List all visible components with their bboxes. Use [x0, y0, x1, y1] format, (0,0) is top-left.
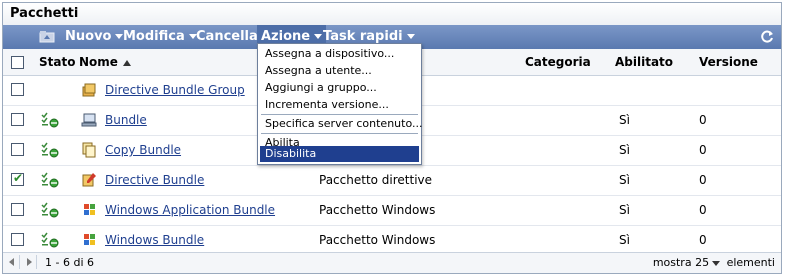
row-checkbox[interactable] [11, 203, 24, 216]
delete-button-label: Cancella [196, 29, 258, 44]
table-row[interactable]: Windows Application Bundle Pacchetto Wind… [3, 195, 781, 226]
page-size-value: 25 [695, 256, 710, 269]
status-published-icon [41, 142, 59, 158]
menu-item-disable[interactable]: Disabilita [260, 146, 419, 162]
sort-ascending-icon [122, 59, 131, 66]
delete-button[interactable]: Cancella [196, 25, 258, 49]
table-footer: 1 - 6 di 6 mostra 25 elementi [3, 252, 781, 273]
bundle-enabled: Sì [619, 173, 630, 187]
bundle-name-link[interactable]: Directive Bundle Group [105, 75, 245, 105]
page-size-control: mostra 25 elementi [653, 253, 775, 273]
row-checkbox[interactable]: ✔ [11, 171, 24, 186]
menu-item-increment-version[interactable]: Incrementa versione... [260, 97, 419, 113]
bundle-version: 0 [699, 233, 707, 247]
action-menu-label: Azione [261, 29, 311, 44]
previous-page-button[interactable] [5, 255, 20, 269]
menu-item-add-to-group[interactable]: Aggiungi a gruppo... [260, 80, 419, 96]
menu-separator [261, 133, 418, 134]
bundle-name-link[interactable]: Bundle [105, 105, 147, 135]
bundle-version: 0 [699, 113, 707, 127]
status-published-icon [41, 232, 59, 248]
select-all-checkbox[interactable] [11, 56, 24, 69]
show-label: mostra [652, 256, 692, 269]
bundle-version: 0 [699, 143, 707, 157]
bundle-enabled: Sì [619, 113, 630, 127]
column-header-category[interactable]: Categoria [525, 49, 591, 75]
page-size-select[interactable]: 25 [695, 256, 723, 269]
bundle-name-link[interactable]: Windows Application Bundle [105, 195, 275, 225]
row-checkbox[interactable] [11, 143, 24, 156]
column-header-name-label: Nome [79, 55, 118, 69]
directive-bundle-icon [82, 173, 96, 187]
column-header-version[interactable]: Versione [699, 49, 758, 75]
new-menu-label: Nuovo [65, 29, 112, 44]
file-copy-icon [82, 142, 96, 158]
table-row[interactable]: ✔ Directive Bundle Pacchetto direttive Sì 0 [3, 165, 781, 196]
chevron-right-icon [27, 258, 32, 266]
row-checkbox[interactable] [11, 233, 24, 246]
new-menu[interactable]: Nuovo [65, 25, 124, 49]
bundle-name-link[interactable]: Directive Bundle [105, 165, 204, 195]
bundle-name-link[interactable]: Windows Bundle [105, 225, 204, 255]
status-published-icon [41, 112, 59, 128]
folder-up-icon[interactable] [39, 30, 55, 43]
bundle-category: Pacchetto direttive [319, 173, 433, 187]
chevron-down-icon [406, 34, 415, 39]
windows-bundle-icon [84, 204, 95, 215]
quick-tasks-label: Task rapidi [323, 29, 403, 44]
row-checkbox[interactable] [11, 113, 24, 126]
column-header-name[interactable]: Nome [79, 49, 131, 75]
menu-separator [261, 114, 418, 115]
chevron-down-icon [314, 34, 323, 39]
status-published-icon [41, 172, 59, 188]
checkmark-icon: ✔ [13, 171, 24, 185]
chevron-left-icon [9, 258, 14, 266]
page-range: 1 - 6 di 6 [45, 256, 94, 269]
bundle-name-link[interactable]: Copy Bundle [105, 135, 181, 165]
menu-item-content-server[interactable]: Specifica server contenuto... [260, 116, 422, 132]
bundle-enabled: Sì [619, 233, 630, 247]
menu-item-assign-user[interactable]: Assegna a utente... [260, 63, 419, 79]
items-label: elementi [726, 256, 775, 269]
chevron-down-icon [712, 260, 721, 266]
bundle-version: 0 [699, 203, 707, 217]
action-dropdown-menu: Assegna a dispositivo... Assegna a utent… [257, 43, 422, 165]
bundle-enabled: Sì [619, 143, 630, 157]
column-header-enabled[interactable]: Abilitato [615, 49, 673, 75]
bundle-group-icon [82, 83, 96, 97]
computer-bundle-icon [81, 113, 97, 127]
windows-bundle-icon [84, 234, 95, 245]
status-published-icon [41, 202, 59, 218]
bundle-category: Pacchetto Windows [319, 203, 436, 217]
menu-item-assign-device[interactable]: Assegna a dispositivo... [260, 46, 419, 62]
column-header-status[interactable]: Stato [39, 49, 75, 75]
refresh-icon[interactable] [759, 29, 775, 45]
next-page-button[interactable] [22, 255, 37, 269]
bundle-version: 0 [699, 173, 707, 187]
bundle-enabled: Sì [619, 203, 630, 217]
modify-menu-label: Modifica [123, 29, 185, 44]
bundle-category: Pacchetto Windows [319, 233, 436, 247]
row-checkbox[interactable] [11, 83, 24, 96]
panel-title: Pacchetti [3, 3, 781, 26]
modify-menu[interactable]: Modifica [123, 25, 197, 49]
